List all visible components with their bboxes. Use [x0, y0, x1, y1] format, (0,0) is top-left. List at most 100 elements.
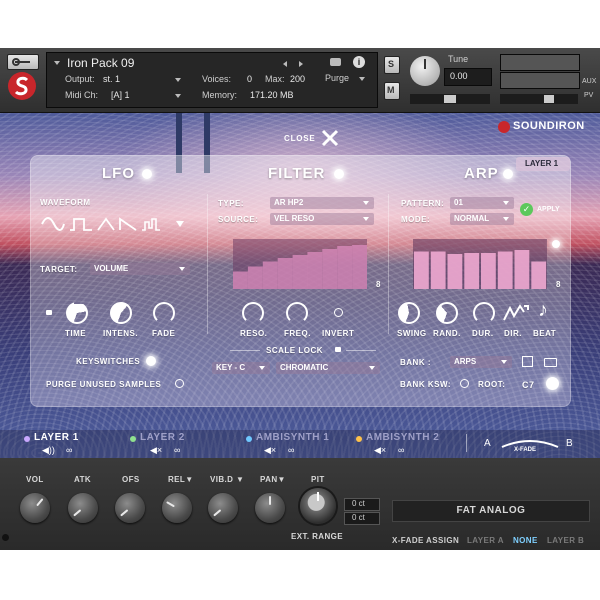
- layer-4-link-icon[interactable]: ∞: [398, 445, 404, 455]
- camera-icon[interactable]: [330, 58, 341, 66]
- ofs-knob[interactable]: [115, 493, 145, 523]
- lfo-time-knob[interactable]: [66, 302, 88, 324]
- assign-option-layer-b[interactable]: LAYER B: [547, 536, 584, 545]
- square-wave-icon[interactable]: [70, 218, 92, 231]
- key-dropdown[interactable]: KEY - C: [212, 362, 270, 374]
- filter-step-2[interactable]: [247, 266, 263, 290]
- lfo-enable-led[interactable]: [142, 169, 152, 179]
- layer-tab-2[interactable]: LAYER 2 ◀× ∞: [130, 432, 220, 456]
- saw-wave-icon[interactable]: [119, 217, 137, 231]
- root-toggle[interactable]: [546, 377, 559, 390]
- aux-label[interactable]: AUX: [582, 78, 596, 85]
- layer-tab-1[interactable]: LAYER 1 ◀)) ∞: [24, 432, 114, 456]
- arp-mode-dropdown[interactable]: NORMAL: [450, 213, 514, 225]
- target-dropdown[interactable]: VOLUME: [90, 263, 190, 275]
- pan-slider[interactable]: [410, 94, 490, 104]
- layer-3-mute-icon[interactable]: ◀×: [264, 445, 276, 456]
- waveform-more-icon[interactable]: [176, 221, 184, 227]
- filter-type-dropdown[interactable]: AR HP2: [270, 197, 374, 209]
- layer-2-mute-icon[interactable]: ◀×: [150, 445, 162, 456]
- wrench-button[interactable]: [7, 54, 39, 70]
- ct-bottom-box[interactable]: 0 ct: [344, 512, 380, 525]
- arp-beat-note-icon[interactable]: ♪: [538, 298, 548, 322]
- random-wave-icon[interactable]: [142, 218, 160, 231]
- arp-step-1[interactable]: [414, 251, 429, 290]
- filter-step-1[interactable]: [233, 271, 248, 290]
- instrument-menu-icon[interactable]: [54, 61, 60, 65]
- arp-graph-handle[interactable]: [552, 240, 560, 248]
- filter-step-9[interactable]: [352, 245, 367, 289]
- pit-knob[interactable]: [300, 488, 336, 524]
- assign-option-none[interactable]: NONE: [513, 536, 538, 545]
- sine-wave-icon[interactable]: [41, 217, 65, 231]
- keyswitches-toggle[interactable]: [146, 356, 156, 366]
- vibd-knob[interactable]: [208, 493, 238, 523]
- vibd-label[interactable]: VIB.D ▼: [210, 475, 244, 484]
- filter-enable-led[interactable]: [334, 169, 344, 179]
- bank-dropdown[interactable]: ARPS: [450, 356, 512, 368]
- volume-slider-handle[interactable]: [544, 95, 554, 103]
- lfo-intensity-knob[interactable]: [110, 302, 132, 324]
- filter-step-4[interactable]: [277, 258, 293, 289]
- lock-icon[interactable]: [46, 310, 52, 315]
- tune-value[interactable]: 0.00: [450, 71, 468, 81]
- layer-tab-4[interactable]: AMBISYNTH 2 ◀× ∞: [356, 432, 456, 456]
- info-icon[interactable]: i: [353, 56, 365, 68]
- bank-ksw-toggle[interactable]: [460, 379, 469, 388]
- instrument-name[interactable]: Iron Pack 09: [67, 56, 134, 70]
- filter-source-dropdown[interactable]: VEL RESO: [270, 213, 374, 225]
- filter-step-3[interactable]: [262, 261, 278, 290]
- root-value[interactable]: C7: [522, 380, 535, 390]
- arp-step-3[interactable]: [447, 254, 463, 289]
- close-button[interactable]: CLOSE: [284, 128, 342, 148]
- arp-step-7[interactable]: [514, 250, 530, 289]
- layer-1-link-icon[interactable]: ∞: [66, 445, 72, 455]
- prev-instrument-icon[interactable]: [283, 61, 287, 67]
- arp-step-8[interactable]: [531, 261, 547, 290]
- arp-random-knob[interactable]: [436, 302, 458, 324]
- tune-value-box[interactable]: 0.00: [444, 68, 492, 86]
- arp-enable-led[interactable]: [503, 169, 513, 179]
- save-icon[interactable]: [522, 356, 533, 367]
- layer-4-mute-icon[interactable]: ◀×: [374, 445, 386, 456]
- waveform-selector[interactable]: [40, 216, 188, 232]
- arp-step-5[interactable]: [481, 253, 496, 289]
- arp-step-graph[interactable]: [413, 239, 547, 289]
- pan-label[interactable]: PAN▼: [260, 475, 286, 484]
- next-instrument-icon[interactable]: [299, 61, 303, 67]
- layer-tab-3[interactable]: AMBISYNTH 1 ◀× ∞: [246, 432, 346, 456]
- rel-label[interactable]: REL▼: [168, 475, 194, 484]
- arp-swing-knob[interactable]: [398, 302, 420, 324]
- arp-step-6[interactable]: [497, 251, 513, 290]
- volume-knob[interactable]: [410, 56, 440, 86]
- assign-option-layer-a[interactable]: LAYER A: [467, 536, 504, 545]
- filter-step-7[interactable]: [322, 249, 338, 289]
- arp-duration-knob[interactable]: [473, 302, 495, 324]
- lfo-fade-knob[interactable]: [153, 302, 175, 324]
- layer-3-link-icon[interactable]: ∞: [288, 445, 294, 455]
- pan-knob[interactable]: [255, 493, 285, 523]
- output-dropdown-icon[interactable]: [175, 78, 181, 82]
- filter-freq-knob[interactable]: [286, 302, 308, 324]
- arp-step-2[interactable]: [430, 251, 446, 290]
- triangle-wave-icon[interactable]: [97, 217, 115, 231]
- solo-button[interactable]: S: [384, 56, 400, 74]
- xfade-slider[interactable]: [498, 436, 562, 448]
- arp-step-4[interactable]: [464, 253, 480, 289]
- filter-step-graph[interactable]: [233, 239, 367, 289]
- mute-button[interactable]: M: [384, 82, 400, 100]
- folder-icon[interactable]: [544, 358, 557, 367]
- midi-channel-value[interactable]: [A] 1: [111, 90, 130, 100]
- arp-direction-icon[interactable]: [502, 302, 530, 324]
- pan-slider-handle[interactable]: [444, 95, 456, 103]
- vol-knob[interactable]: [20, 493, 50, 523]
- layer-2-link-icon[interactable]: ∞: [174, 445, 180, 455]
- filter-step-8[interactable]: [337, 246, 353, 289]
- arp-pattern-dropdown[interactable]: 01: [450, 197, 514, 209]
- rel-knob[interactable]: [162, 493, 192, 523]
- ct-top-box[interactable]: 0 ct: [344, 498, 380, 511]
- filter-reso-knob[interactable]: [242, 302, 264, 324]
- filter-invert-toggle[interactable]: [334, 308, 343, 317]
- arp-apply-button[interactable]: ✓ APPLY: [520, 203, 566, 217]
- purge-unused-toggle[interactable]: [175, 379, 184, 388]
